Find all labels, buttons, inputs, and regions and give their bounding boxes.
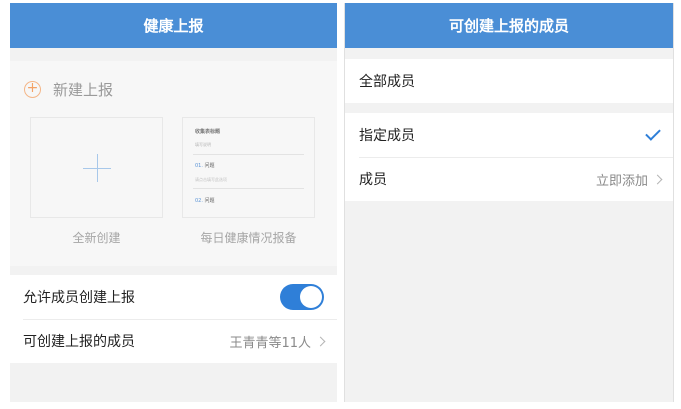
members-label: 成员 xyxy=(359,172,387,188)
preview-divider xyxy=(193,188,304,189)
all-members-option[interactable]: 全部成员 xyxy=(345,59,673,103)
nav-bar: 健康上报 xyxy=(10,3,337,48)
all-members-label: 全部成员 xyxy=(359,74,415,90)
allow-member-create-label: 允许成员创建上报 xyxy=(23,290,135,306)
preview-hint: 请点击填写此选项 xyxy=(195,177,227,182)
preview-question-1: 01. 问题 xyxy=(195,163,215,169)
members-row[interactable]: 成员 立即添加 xyxy=(345,157,673,201)
daily-health-template-card[interactable]: 收集表标题 填写说明 01. 问题 请点击填写此选项 02. 问题 xyxy=(182,117,315,218)
specified-members-label: 指定成员 xyxy=(359,128,415,144)
specified-members-option[interactable]: 指定成员 xyxy=(345,113,673,157)
creatable-members-value: 王青青等11人 xyxy=(229,335,311,351)
page-title: 可创建上报的成员 xyxy=(448,17,569,35)
nav-bar: 可创建上报的成员 xyxy=(345,3,673,48)
allow-member-create-toggle[interactable] xyxy=(280,284,324,310)
toggle-knob xyxy=(300,286,322,308)
settings-list: 允许成员创建上报 可创建上报的成员 王青青等11人 xyxy=(10,275,337,363)
creatable-members-row[interactable]: 可创建上报的成员 王青青等11人 xyxy=(10,319,337,363)
template-preview: 收集表标题 填写说明 01. 问题 请点击填写此选项 02. 问题 xyxy=(193,118,304,217)
new-report-header[interactable]: + 新建上报 xyxy=(24,79,113,100)
blank-template-card[interactable] xyxy=(30,117,163,218)
chevron-right-icon xyxy=(315,336,326,346)
new-report-section: + 新建上报 收集表标题 填写说明 01. 问题 请点击填写此选项 02. 问题… xyxy=(10,61,337,266)
preview-title: 收集表标题 xyxy=(195,129,221,135)
blank-template-label: 全新创建 xyxy=(72,231,121,245)
add-circle-icon: + xyxy=(24,81,41,98)
preview-subtitle: 填写说明 xyxy=(195,142,211,147)
creatable-members-label: 可创建上报的成员 xyxy=(23,334,135,350)
new-report-label: 新建上报 xyxy=(53,81,114,99)
health-report-screen: 健康上报 + 新建上报 收集表标题 填写说明 01. 问题 请点击填写此选项 0… xyxy=(10,3,337,402)
chevron-right-icon xyxy=(652,174,663,184)
page-title: 健康上报 xyxy=(143,17,204,35)
preview-question-2: 02. 问题 xyxy=(195,198,215,204)
allow-member-create-row: 允许成员创建上报 xyxy=(10,275,337,319)
specified-members-group: 指定成员 成员 立即添加 xyxy=(345,113,673,201)
daily-template-label: 每日健康情况报备 xyxy=(200,231,297,245)
add-now-link: 立即添加 xyxy=(595,173,648,189)
all-members-group: 全部成员 xyxy=(345,59,673,103)
creatable-members-screen: 可创建上报的成员 全部成员 指定成员 成员 立即添加 xyxy=(344,3,674,402)
preview-divider xyxy=(193,154,304,155)
